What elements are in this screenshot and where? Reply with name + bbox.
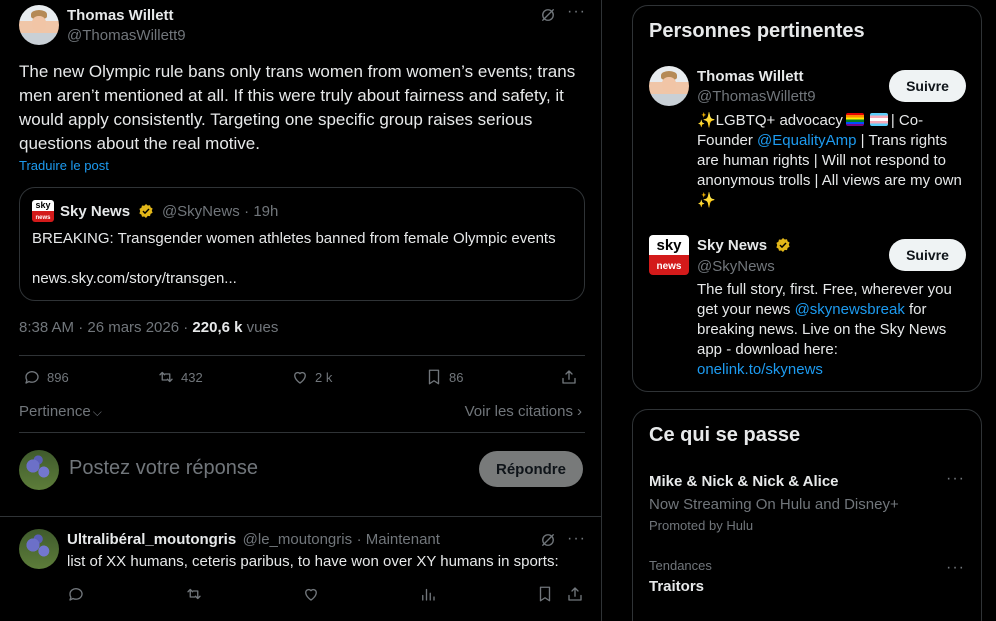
- bio-url-link[interactable]: onelink.to/skynews: [697, 361, 823, 378]
- share-icon: [560, 368, 578, 386]
- author-handle[interactable]: @ThomasWillett9: [67, 27, 186, 45]
- verified-badge-icon: [775, 238, 790, 252]
- repost-icon: [157, 368, 175, 386]
- follow-button[interactable]: Suivre: [889, 239, 966, 271]
- trend-title: Mike & Nick & Nick & Alice: [649, 473, 839, 490]
- reply-button[interactable]: 896: [23, 368, 69, 386]
- author-name[interactable]: Thomas Willett: [67, 7, 174, 25]
- person-bio: ✨LGBTQ+ advocacy | Co-Founder @EqualityAm…: [697, 112, 962, 209]
- person-name[interactable]: Thomas Willett: [697, 68, 804, 85]
- post-actions: 896 432 2 k 86: [19, 368, 585, 392]
- person-avatar[interactable]: [649, 66, 689, 106]
- post-text: The new Olympic rule bans only trans wom…: [19, 62, 576, 153]
- quoted-author-handle: @SkyNews: [161, 203, 240, 220]
- quoted-time: · 19h: [244, 203, 279, 220]
- grok-icon[interactable]: [539, 6, 557, 24]
- reply-submit-button[interactable]: Répondre: [479, 451, 583, 487]
- post-timestamp[interactable]: 8:38 AM · 26 mars 2026 ·: [19, 319, 192, 336]
- reply-text: list of XX humans, ceteris paribus, to h…: [67, 553, 559, 570]
- reply-icon: [23, 368, 41, 386]
- whats-happening-title: Ce qui se passe: [649, 424, 801, 446]
- more-options-icon[interactable]: ···: [946, 559, 965, 577]
- author-avatar[interactable]: [19, 5, 59, 45]
- heart-icon: [291, 368, 309, 386]
- trend-category: Tendances: [649, 558, 712, 573]
- reply-icon[interactable]: [67, 585, 85, 603]
- chevron-down-icon: ⌵: [92, 405, 102, 419]
- reply-author-name[interactable]: Ultralibéral_moutongris: [67, 531, 236, 548]
- bio-mention-link[interactable]: @EqualityAmp: [757, 132, 856, 149]
- chevron-right-icon: ›: [577, 403, 582, 420]
- sky-news-logo: sky news: [32, 200, 54, 222]
- trans-flag-icon: [869, 113, 888, 126]
- bookmark-button[interactable]: 86: [425, 368, 463, 386]
- user-avatar[interactable]: [19, 450, 59, 490]
- views-label: vues: [242, 319, 279, 336]
- bookmark-icon[interactable]: [536, 585, 554, 603]
- quoted-text: BREAKING: Transgender women athletes ban…: [32, 230, 556, 247]
- post-meta: 8:38 AM · 26 mars 2026 · 220,6 k vues: [19, 319, 278, 336]
- quoted-post[interactable]: sky news Sky News @SkyNews · 19h BREAKIN…: [19, 187, 585, 301]
- more-options-icon[interactable]: ···: [567, 3, 586, 21]
- verified-badge-icon: [138, 204, 153, 218]
- heart-icon[interactable]: [302, 585, 320, 603]
- sort-dropdown[interactable]: Pertinence ⌵: [19, 403, 102, 420]
- follow-button[interactable]: Suivre: [889, 70, 966, 102]
- repost-icon[interactable]: [185, 585, 203, 603]
- relevant-people-card: Personnes pertinentes Thomas Willett @Th…: [632, 5, 982, 392]
- sky-news-logo[interactable]: sky news: [649, 235, 689, 275]
- person-name[interactable]: Sky News: [697, 237, 767, 254]
- reply-author-avatar[interactable]: [19, 529, 59, 569]
- quoted-link[interactable]: news.sky.com/story/transgen...: [32, 270, 237, 287]
- grok-icon[interactable]: [539, 531, 557, 549]
- analytics-icon[interactable]: [419, 585, 437, 603]
- share-icon[interactable]: [566, 585, 584, 603]
- views-count: 220,6 k: [192, 319, 243, 336]
- more-options-icon[interactable]: ···: [946, 470, 965, 488]
- trend-subtitle: Now Streaming On Hulu and Disney+: [649, 496, 899, 513]
- more-options-icon[interactable]: ···: [567, 530, 586, 548]
- divider: [19, 355, 585, 356]
- whats-happening-card: Ce qui se passe Mike & Nick & Nick & Ali…: [632, 409, 982, 621]
- quoted-author-name: Sky News: [60, 203, 131, 220]
- right-sidebar: Personnes pertinentes Thomas Willett @Th…: [632, 0, 996, 621]
- bio-mention-link[interactable]: @skynewsbreak: [795, 301, 905, 318]
- like-button[interactable]: 2 k: [291, 368, 332, 386]
- translate-link[interactable]: Traduire le post: [19, 158, 109, 173]
- main-column: Thomas Willett @ThomasWillett9 ··· The n…: [0, 0, 602, 621]
- person-handle[interactable]: @ThomasWillett9: [697, 88, 816, 105]
- view-quotes-link[interactable]: Voir les citations ›: [465, 403, 582, 420]
- reply-input[interactable]: Postez votre réponse: [69, 457, 258, 480]
- promoted-label: Promoted by Hulu: [649, 518, 754, 533]
- repost-button[interactable]: 432: [157, 368, 203, 386]
- relevant-people-title: Personnes pertinentes: [649, 20, 865, 42]
- trend-title: Traitors: [649, 578, 705, 595]
- person-handle[interactable]: @SkyNews: [697, 258, 775, 275]
- person-bio: The full story, first. Free, wherever yo…: [697, 281, 952, 378]
- reply-time: · Maintenant: [356, 531, 440, 548]
- reply-author-handle[interactable]: @le_moutongris: [243, 531, 352, 548]
- rainbow-flag-icon: [845, 113, 864, 126]
- share-button[interactable]: [560, 368, 578, 386]
- bookmark-icon: [425, 368, 443, 386]
